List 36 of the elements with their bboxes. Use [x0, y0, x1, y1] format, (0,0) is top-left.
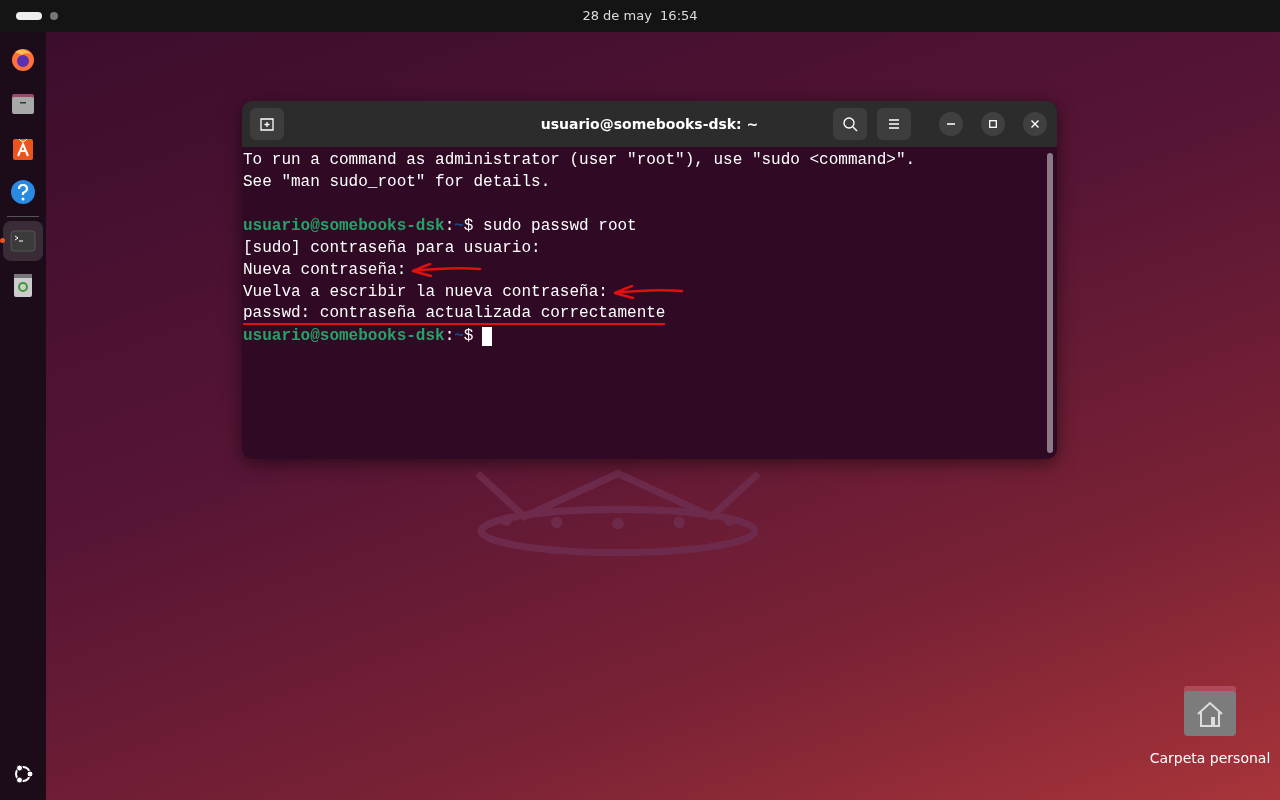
terminal-output: See "man sudo_root" for details.	[243, 172, 551, 193]
prompt-path: ~	[454, 216, 464, 237]
prompt-path: ~	[454, 326, 464, 347]
window-title: usuario@somebooks-dsk: ~	[540, 115, 759, 134]
running-indicator	[0, 238, 5, 243]
maximize-button[interactable]	[981, 112, 1005, 136]
prompt-symbol: $	[463, 326, 474, 347]
prompt-symbol: $	[463, 216, 474, 237]
new-tab-icon	[259, 116, 275, 132]
maximize-icon	[989, 120, 997, 128]
prompt-command: sudo passwd root	[483, 216, 637, 237]
question-mark-icon	[9, 178, 37, 206]
workspace-indicator[interactable]	[16, 12, 42, 20]
firefox-icon	[9, 46, 37, 74]
prompt-user-host: usuario@somebooks-dsk	[243, 216, 445, 237]
terminal-output: To run a command as administrator (user "root"), use "sudo <command>".	[243, 150, 916, 171]
terminal-output: Vuelva a escribir la nueva contraseña:	[243, 282, 608, 303]
new-tab-button[interactable]	[250, 108, 284, 140]
terminal-icon	[9, 227, 37, 255]
prompt-user-host: usuario@somebooks-dsk	[243, 326, 445, 347]
terminal-output: [sudo] contraseña para usuario:	[243, 238, 541, 259]
close-button[interactable]	[1023, 112, 1047, 136]
terminal-output: Nueva contraseña:	[243, 260, 407, 281]
terminal-output: passwd: contraseña actualizada correctamente	[243, 303, 666, 325]
prompt-separator: :	[444, 216, 455, 237]
search-button[interactable]	[833, 108, 867, 140]
minimize-icon	[947, 123, 955, 125]
close-icon	[1031, 120, 1039, 128]
prompt-separator: :	[444, 326, 455, 347]
menu-button[interactable]	[877, 108, 911, 140]
clock[interactable]: 28 de may 16:54	[582, 6, 698, 26]
desktop-icon-label[interactable]: Carpeta personal	[1149, 748, 1271, 769]
search-icon	[842, 116, 858, 132]
menu-icon	[887, 118, 901, 130]
minimize-button[interactable]	[939, 112, 963, 136]
workspace-indicator[interactable]	[50, 12, 58, 20]
